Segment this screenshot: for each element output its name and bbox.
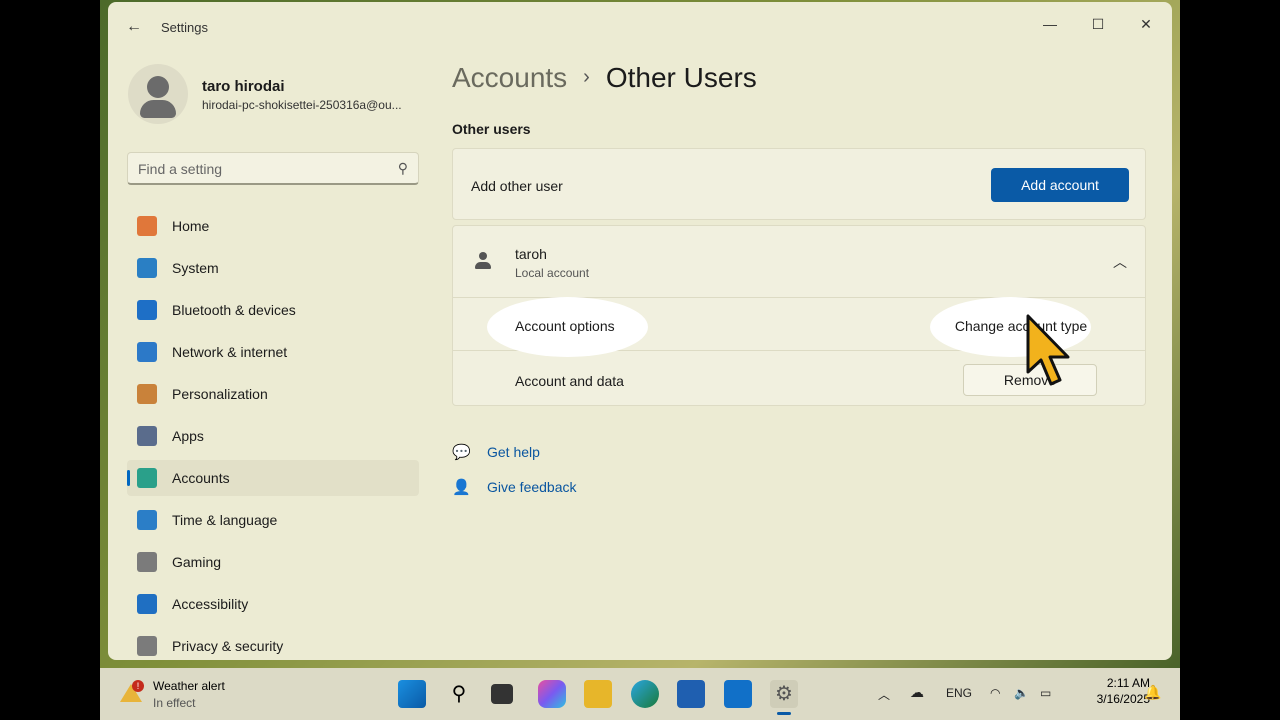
sidebar-item-label: Privacy & security xyxy=(172,638,284,654)
sidebar-item-home[interactable]: Home xyxy=(127,208,419,244)
home-icon xyxy=(137,216,157,236)
sidebar-item-gaming[interactable]: Gaming xyxy=(127,544,419,580)
wifi-icon xyxy=(137,342,157,362)
profile-name: taro hirodai xyxy=(202,78,285,95)
time: 2:11 AM xyxy=(1106,676,1150,690)
language-indicator[interactable]: ENG xyxy=(946,686,972,700)
settings-icon[interactable]: ⚙ xyxy=(770,680,798,708)
add-user-label: Add other user xyxy=(471,178,563,194)
user-name: taroh xyxy=(515,246,547,262)
sidebar-item-time-language[interactable]: Time & language xyxy=(127,502,419,538)
chevron-right-icon: › xyxy=(583,66,590,88)
person-icon xyxy=(475,252,491,270)
title-bar: ← Settings — ☐ ✕ xyxy=(108,2,1172,50)
sidebar-item-privacy-security[interactable]: Privacy & security xyxy=(127,628,419,660)
sidebar-item-accessibility[interactable]: Accessibility xyxy=(127,586,419,622)
bluetooth-icon xyxy=(137,300,157,320)
give-feedback-label: Give feedback xyxy=(487,479,577,495)
desktop: ← Settings — ☐ ✕ taro hirodai hirodai-pc… xyxy=(100,0,1180,720)
close-icon[interactable]: ✕ xyxy=(1124,10,1168,38)
chevron-up-icon[interactable]: ︿ xyxy=(878,686,890,703)
sidebar-item-accounts[interactable]: Accounts xyxy=(127,460,419,496)
chevron-up-icon[interactable]: ︿ xyxy=(1113,252,1127,272)
arrow-left-icon[interactable]: ← xyxy=(126,18,142,36)
sidebar-item-network-internet[interactable]: Network & internet xyxy=(127,334,419,370)
change-account-type-button[interactable]: Change account type xyxy=(945,311,1097,343)
apps-icon xyxy=(137,426,157,446)
volume-icon[interactable]: 🔈 xyxy=(1014,686,1029,700)
user-expander[interactable]: taroh Local account ︿ xyxy=(453,226,1145,298)
brush-icon xyxy=(137,384,157,404)
search-input[interactable]: Find a setting ⚲ xyxy=(127,152,419,185)
taskbar: ! Weather alert In effect ⚲ ⚙ ︿ ☁ ENG ◠ … xyxy=(100,668,1180,720)
account-data-label: Account and data xyxy=(515,373,624,389)
sidebar-item-bluetooth-devices[interactable]: Bluetooth & devices xyxy=(127,292,419,328)
copilot-icon[interactable] xyxy=(538,680,566,708)
date: 3/16/2025 xyxy=(1096,692,1150,706)
account-options-label: Account options xyxy=(515,318,615,334)
gamepad-icon xyxy=(137,552,157,572)
sidebar-item-label: Gaming xyxy=(172,554,222,570)
active-app-indicator xyxy=(777,712,791,715)
sidebar-item-system[interactable]: System xyxy=(127,250,419,286)
sidebar-item-label: Bluetooth & devices xyxy=(172,302,296,318)
accessibility-icon xyxy=(137,594,157,614)
cursor-pointer-icon xyxy=(1026,314,1070,386)
clock[interactable]: 2:11 AM 3/16/2025 xyxy=(1070,676,1150,706)
maximize-icon[interactable]: ☐ xyxy=(1076,10,1120,38)
sidebar-item-label: Accounts xyxy=(172,470,230,486)
search-icon[interactable]: ⚲ xyxy=(445,680,473,708)
sidebar-item-label: Apps xyxy=(172,428,204,444)
shield-icon xyxy=(137,636,157,656)
edge-icon[interactable] xyxy=(631,680,659,708)
clock-globe-icon xyxy=(137,510,157,530)
help-icon: 💬 xyxy=(452,444,471,461)
minimize-icon[interactable]: — xyxy=(1028,10,1072,38)
settings-window: ← Settings — ☐ ✕ taro hirodai hirodai-pc… xyxy=(108,2,1172,660)
weather-alert-icon: ! xyxy=(120,680,144,702)
weather-subtitle: In effect xyxy=(153,696,196,710)
file-explorer-icon[interactable] xyxy=(584,680,612,708)
page-title: Other Users xyxy=(605,62,757,93)
section-title: Other users xyxy=(452,121,531,137)
add-account-button[interactable]: Add account xyxy=(991,168,1129,202)
sidebar-item-label: Time & language xyxy=(172,512,278,528)
system-icon xyxy=(137,258,157,278)
sidebar-item-label: Network & internet xyxy=(172,344,288,360)
wifi-icon[interactable]: ◠ xyxy=(990,686,1000,700)
avatar[interactable] xyxy=(128,64,188,124)
user-type: Local account xyxy=(515,266,590,280)
sidebar-item-personalization[interactable]: Personalization xyxy=(127,376,419,412)
profile-email: hirodai-pc-shokisettei-250316a@ou... xyxy=(202,98,402,112)
feedback-icon: 👤 xyxy=(452,479,471,496)
sidebar-item-label: Personalization xyxy=(172,386,268,402)
svg-text:!: ! xyxy=(137,681,140,691)
search-icon: ⚲ xyxy=(397,160,408,176)
add-user-card: Add other user Add account xyxy=(452,148,1146,220)
onedrive-icon[interactable]: ☁ xyxy=(910,684,924,701)
start-icon[interactable] xyxy=(398,680,426,708)
breadcrumb: Accounts › Other Users xyxy=(452,62,757,94)
store-icon[interactable] xyxy=(677,680,705,708)
task-view-icon[interactable] xyxy=(491,684,513,704)
app-title: Settings xyxy=(161,20,208,35)
search-placeholder: Find a setting xyxy=(138,161,223,177)
accounts-icon xyxy=(137,468,157,488)
battery-icon[interactable]: ▭ xyxy=(1040,686,1051,700)
weather-title: Weather alert xyxy=(153,679,225,693)
sidebar-item-label: Home xyxy=(172,218,210,234)
sidebar-item-apps[interactable]: Apps xyxy=(127,418,419,454)
notification-bell-icon[interactable]: 🔔 xyxy=(1144,684,1161,701)
breadcrumb-parent[interactable]: Accounts xyxy=(452,62,567,93)
sidebar-item-label: System xyxy=(172,260,219,276)
get-help-label: Get help xyxy=(487,444,540,460)
outlook-icon[interactable] xyxy=(724,680,752,708)
sidebar-item-label: Accessibility xyxy=(172,596,249,612)
